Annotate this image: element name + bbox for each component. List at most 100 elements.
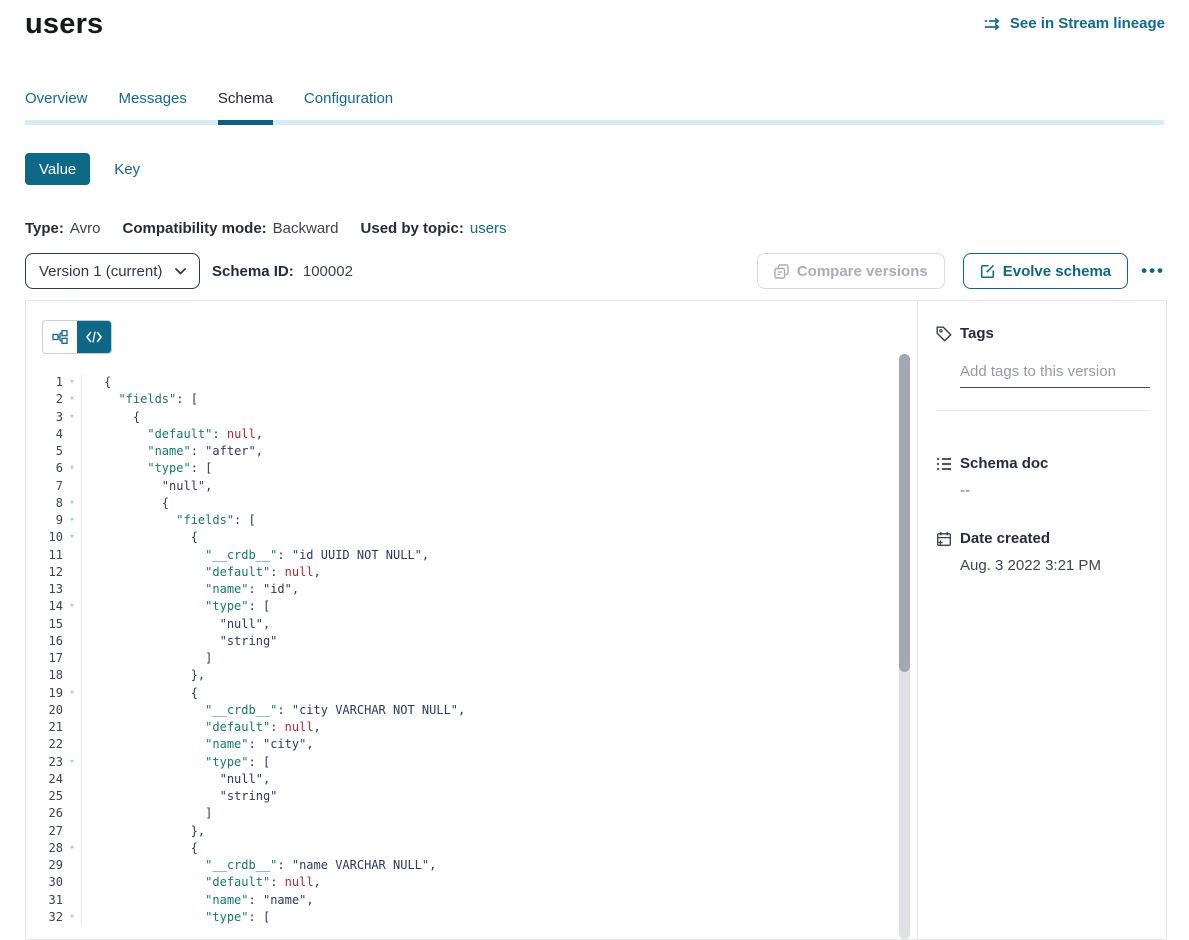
line-number: 8: [26, 495, 63, 512]
fold-spacer: [63, 719, 82, 736]
version-select[interactable]: Version 1 (current): [25, 253, 200, 289]
tree-view-button[interactable]: [43, 321, 77, 353]
compare-versions-button[interactable]: Compare versions: [757, 253, 945, 289]
code-line-text: "name": "after",: [82, 443, 263, 460]
line-number: 19: [26, 685, 63, 702]
fold-spacer: [63, 736, 82, 753]
more-options-button[interactable]: •••: [1141, 261, 1165, 281]
line-number: 17: [26, 650, 63, 667]
code-line-text: "fields": [: [82, 391, 198, 408]
code-editor[interactable]: 1▾{2▾ "fields": [3▾ {4 "default": null,5…: [26, 301, 917, 939]
code-line: 21 "default": null,: [26, 719, 917, 736]
code-line: 27 },: [26, 823, 917, 840]
fold-arrow-icon[interactable]: ▾: [63, 512, 82, 529]
code-line: 28▾ {: [26, 840, 917, 857]
fold-arrow-icon[interactable]: ▾: [63, 391, 82, 408]
code-line-text: "type": [: [82, 754, 270, 771]
code-line-text: "default": null,: [82, 874, 321, 891]
tab-messages[interactable]: Messages: [119, 90, 187, 120]
code-line: 15 "null",: [26, 616, 917, 633]
code-line-text: {: [82, 840, 198, 857]
line-number: 6: [26, 460, 63, 477]
code-line-text: {: [82, 685, 198, 702]
code-line: 4 "default": null,: [26, 426, 917, 443]
editor-scrollbar-track: [899, 354, 910, 939]
fold-arrow-icon[interactable]: ▾: [63, 754, 82, 771]
line-number: 5: [26, 443, 63, 460]
code-line: 24 "null",: [26, 771, 917, 788]
code-line-text: {: [82, 495, 169, 512]
compatibility-value: Backward: [273, 220, 339, 237]
version-controls: Version 1 (current) Schema ID: 100002 Co…: [25, 253, 1165, 289]
value-toggle-button[interactable]: Value: [25, 153, 90, 185]
fold-spacer: [63, 771, 82, 788]
calendar-add-icon: [936, 531, 952, 547]
schema-panel: 1▾{2▾ "fields": [3▾ {4 "default": null,5…: [25, 300, 1167, 940]
add-tags-input[interactable]: [960, 363, 1150, 388]
editor-scrollbar-thumb[interactable]: [899, 354, 910, 672]
fold-arrow-icon[interactable]: ▾: [63, 460, 82, 477]
fold-spacer: [63, 892, 82, 909]
chevron-down-icon: [175, 268, 186, 275]
schema-doc-heading: Schema doc: [936, 455, 1150, 472]
code-line: 8▾ {: [26, 495, 917, 512]
compatibility-label: Compatibility mode:: [122, 220, 266, 237]
line-number: 7: [26, 478, 63, 495]
code-line: 18 },: [26, 667, 917, 684]
line-number: 26: [26, 805, 63, 822]
line-number: 3: [26, 409, 63, 426]
schema-meta: Type: Avro Compatibility mode: Backward …: [25, 220, 507, 237]
code-line-text: },: [82, 667, 205, 684]
fold-spacer: [63, 443, 82, 460]
tab-schema[interactable]: Schema: [218, 90, 273, 120]
fold-arrow-icon[interactable]: ▾: [63, 598, 82, 615]
line-number: 13: [26, 581, 63, 598]
code-line-text: "type": [: [82, 909, 270, 926]
fold-spacer: [63, 547, 82, 564]
line-number: 30: [26, 874, 63, 891]
line-number: 16: [26, 633, 63, 650]
code-line: 30 "default": null,: [26, 874, 917, 891]
fold-arrow-icon[interactable]: ▾: [63, 529, 82, 546]
fold-spacer: [63, 805, 82, 822]
code-line-text: "__crdb__": "id UUID NOT NULL",: [82, 547, 429, 564]
schema-doc-icon: [936, 457, 952, 471]
key-toggle-button[interactable]: Key: [114, 161, 140, 178]
topic-link[interactable]: users: [470, 220, 507, 237]
code-line: 19▾ {: [26, 685, 917, 702]
fold-arrow-icon[interactable]: ▾: [63, 374, 82, 391]
fold-spacer: [63, 667, 82, 684]
schema-id-label: Schema ID:: [212, 263, 294, 280]
code-line-text: "string": [82, 633, 277, 650]
version-select-value: Version 1 (current): [39, 263, 162, 280]
fold-arrow-icon[interactable]: ▾: [63, 840, 82, 857]
line-number: 10: [26, 529, 63, 546]
code-line: 16 "string": [26, 633, 917, 650]
fold-arrow-icon[interactable]: ▾: [63, 909, 82, 926]
fold-arrow-icon[interactable]: ▾: [63, 409, 82, 426]
code-line-text: "__crdb__": "name VARCHAR NULL",: [82, 857, 436, 874]
line-number: 29: [26, 857, 63, 874]
evolve-schema-label: Evolve schema: [1003, 263, 1111, 280]
code-line-text: {: [82, 529, 198, 546]
code-line-text: {: [82, 374, 111, 391]
code-line: 7 "null",: [26, 478, 917, 495]
evolve-schema-button[interactable]: Evolve schema: [963, 253, 1128, 289]
fold-spacer: [63, 823, 82, 840]
tree-view-icon: [52, 330, 68, 344]
fold-arrow-icon[interactable]: ▾: [63, 685, 82, 702]
code-line: 17 ]: [26, 650, 917, 667]
type-value: Avro: [70, 220, 101, 237]
code-view-button[interactable]: [77, 321, 111, 353]
code-line-text: "type": [: [82, 598, 270, 615]
code-line: 29 "__crdb__": "name VARCHAR NULL",: [26, 857, 917, 874]
code-line-text: "null",: [82, 771, 270, 788]
stream-lineage-link[interactable]: See in Stream lineage: [984, 15, 1165, 32]
code-line: 25 "string": [26, 788, 917, 805]
tab-configuration[interactable]: Configuration: [304, 90, 393, 120]
fold-spacer: [63, 874, 82, 891]
tab-overview[interactable]: Overview: [25, 90, 88, 120]
schema-sidebar: Tags Schema doc -- Date created Aug. 3 2…: [917, 301, 1166, 939]
code-line-text: "default": null,: [82, 719, 321, 736]
fold-arrow-icon[interactable]: ▾: [63, 495, 82, 512]
